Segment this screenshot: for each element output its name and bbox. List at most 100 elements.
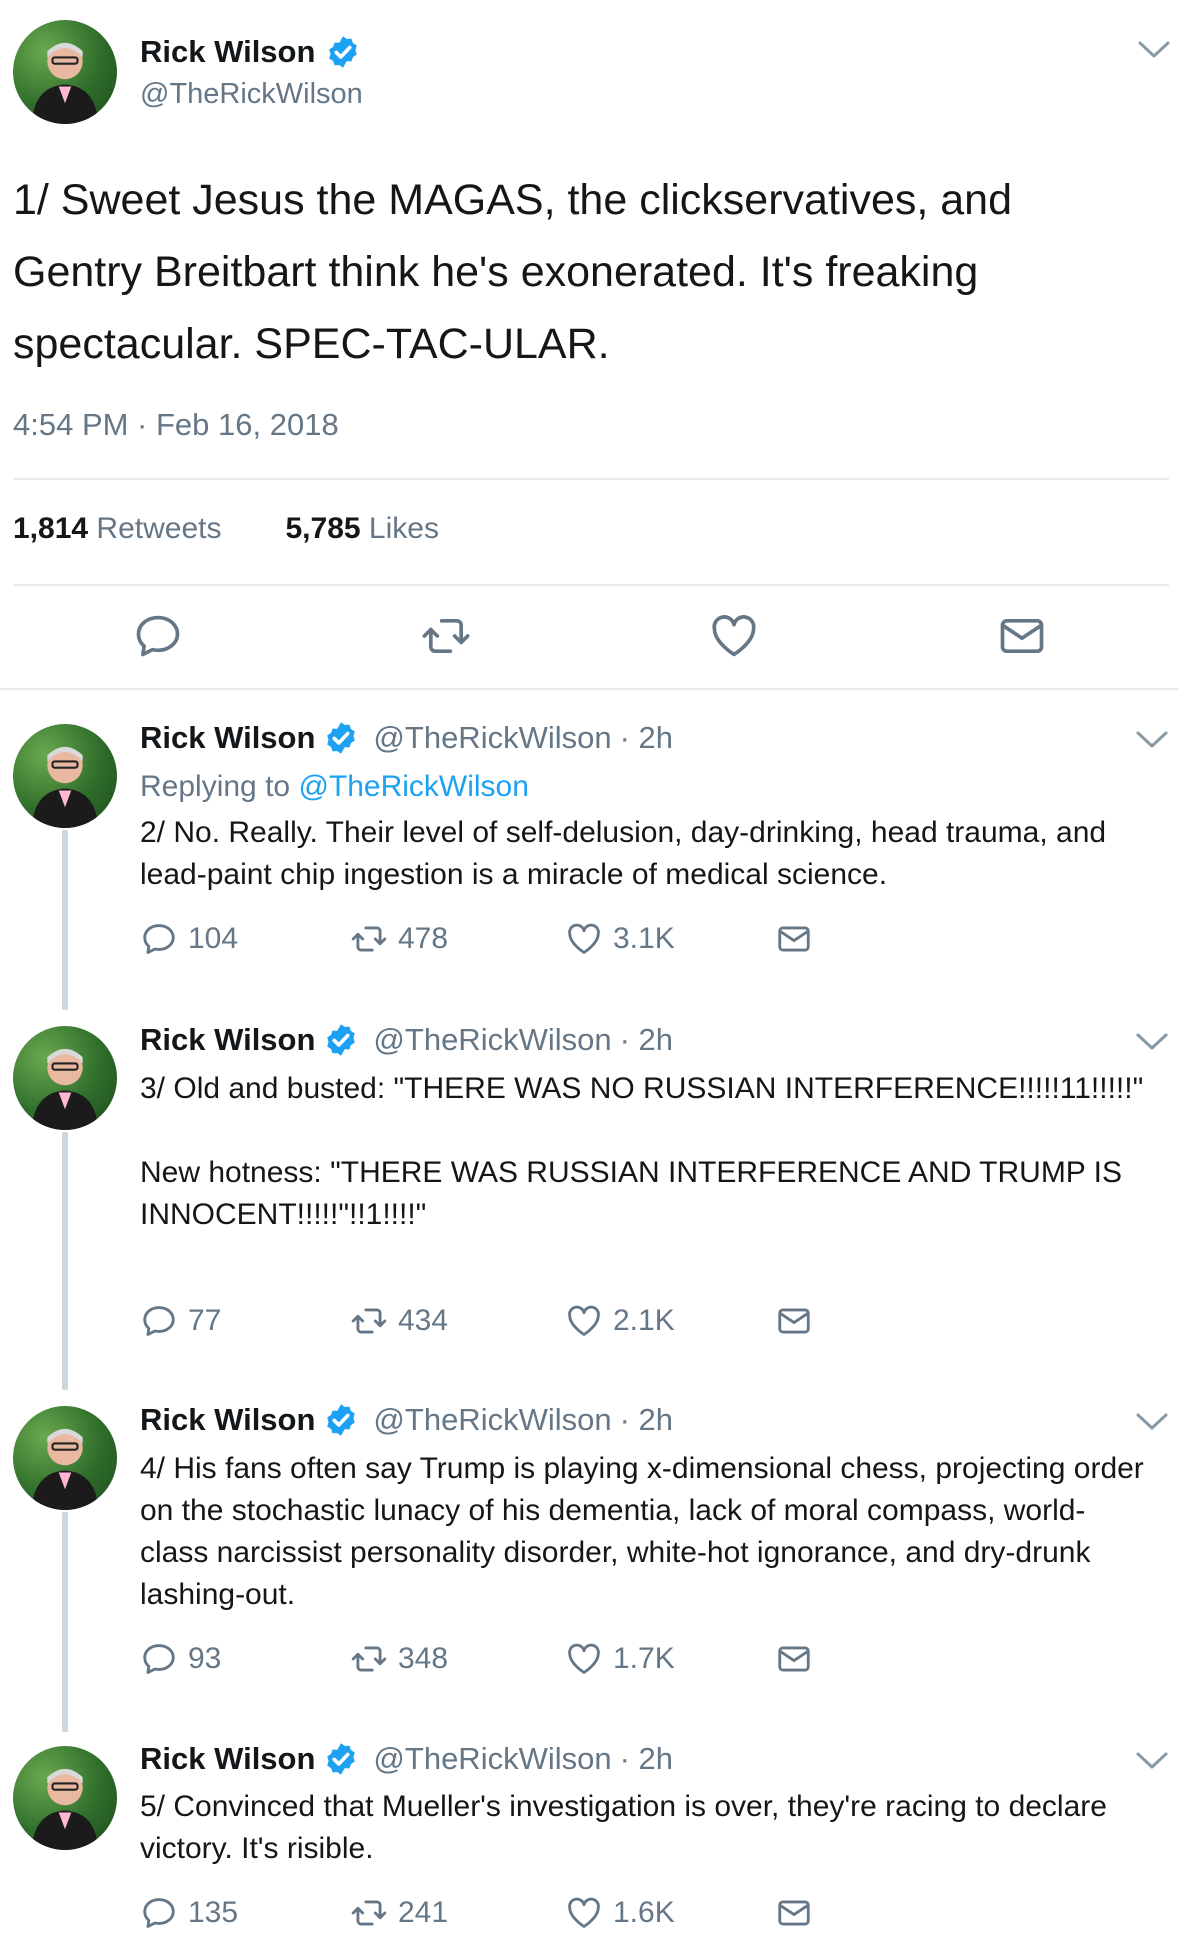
retweet-count: 241 xyxy=(398,1896,449,1929)
tweet-time[interactable]: · 2h xyxy=(620,1741,673,1777)
share-button[interactable] xyxy=(775,920,813,958)
chevron-down-icon[interactable] xyxy=(1137,40,1171,60)
like-button[interactable]: 2.1K xyxy=(565,1302,675,1340)
author-handle[interactable]: @TheRickWilson xyxy=(373,1022,611,1058)
share-icon xyxy=(775,1894,813,1932)
author-avatar[interactable] xyxy=(13,724,117,828)
like-icon xyxy=(565,1640,603,1678)
reply-icon xyxy=(140,1640,178,1678)
retweet-count: 348 xyxy=(398,1642,449,1675)
reply-button[interactable]: 135 xyxy=(140,1894,238,1932)
reply-button[interactable]: 93 xyxy=(140,1640,221,1678)
tweet-time[interactable]: · 2h xyxy=(620,1022,673,1058)
chevron-down-icon[interactable] xyxy=(1135,1412,1169,1432)
thread-line xyxy=(62,1512,68,1732)
tweet-time[interactable]: · 2h xyxy=(620,720,673,756)
share-icon xyxy=(775,920,813,958)
author-handle[interactable]: @TheRickWilson xyxy=(373,720,611,756)
replying-to: Replying to @TheRickWilson xyxy=(140,770,529,803)
verified-badge-icon xyxy=(323,1402,359,1438)
verified-badge-icon xyxy=(323,720,359,756)
retweet-icon xyxy=(350,920,388,958)
share-icon xyxy=(775,1302,813,1340)
retweet-icon[interactable] xyxy=(420,610,472,662)
tweet-header: Rick Wilson @TheRickWilson · 2h xyxy=(140,1741,673,1777)
verified-badge-icon xyxy=(323,1741,359,1777)
retweet-button[interactable]: 348 xyxy=(350,1640,448,1678)
tweet-header: Rick Wilson @TheRickWilson · 2h xyxy=(140,1022,673,1058)
like-count: 3.1K xyxy=(613,922,675,955)
replying-to-link[interactable]: @TheRickWilson xyxy=(298,770,529,803)
tweet-actions: 104 478 3.1K xyxy=(140,920,840,960)
tweet-time[interactable]: · 2h xyxy=(620,1402,673,1438)
chevron-down-icon[interactable] xyxy=(1135,730,1169,750)
like-icon xyxy=(565,920,603,958)
reply-icon xyxy=(140,920,178,958)
reply-button[interactable]: 77 xyxy=(140,1302,221,1340)
likes-stat[interactable]: 5,785 Likes xyxy=(285,512,438,546)
like-icon[interactable] xyxy=(708,610,760,662)
author-name[interactable]: Rick Wilson xyxy=(140,1402,315,1438)
share-button[interactable] xyxy=(775,1894,813,1932)
reply-icon xyxy=(140,1894,178,1932)
author-avatar[interactable] xyxy=(13,1406,117,1510)
retweet-count: 434 xyxy=(398,1304,449,1337)
share-icon[interactable] xyxy=(996,610,1048,662)
author-avatar[interactable] xyxy=(13,20,117,124)
reply-count: 77 xyxy=(188,1304,222,1337)
like-icon xyxy=(565,1302,603,1340)
divider xyxy=(0,688,1179,690)
tweet-text: 2/ No. Really. Their level of self-delus… xyxy=(140,816,1115,891)
author-handle[interactable]: @TheRickWilson xyxy=(373,1741,611,1777)
author-name[interactable]: Rick Wilson xyxy=(140,1741,315,1777)
divider xyxy=(13,584,1169,586)
reply-count: 104 xyxy=(188,922,239,955)
author-name[interactable]: Rick Wilson xyxy=(140,34,315,70)
verified-badge-icon xyxy=(323,1022,359,1058)
retweet-button[interactable]: 241 xyxy=(350,1894,448,1932)
thread-line xyxy=(62,1132,68,1390)
like-button[interactable]: 1.7K xyxy=(565,1640,675,1678)
author-avatar[interactable] xyxy=(13,1026,117,1130)
tweet-actions: 77 434 2.1K xyxy=(140,1302,840,1342)
reply-count: 93 xyxy=(188,1642,222,1675)
reply-icon xyxy=(140,1302,178,1340)
retweets-stat[interactable]: 1,814 Retweets xyxy=(13,512,221,546)
tweet-timestamp[interactable]: 4:54 PM · Feb 16, 2018 xyxy=(13,407,339,443)
retweet-button[interactable]: 434 xyxy=(350,1302,448,1340)
author-name[interactable]: Rick Wilson xyxy=(140,1022,315,1058)
author-name-row[interactable]: Rick Wilson xyxy=(140,34,361,70)
tweet-actions: 135 241 1.6K xyxy=(140,1894,840,1934)
like-button[interactable]: 3.1K xyxy=(565,920,675,958)
like-button[interactable]: 1.6K xyxy=(565,1894,675,1932)
tweet-text: 5/ Convinced that Mueller's investigatio… xyxy=(140,1790,1116,1865)
share-button[interactable] xyxy=(775,1302,813,1340)
like-count: 1.6K xyxy=(613,1896,675,1929)
chevron-down-icon[interactable] xyxy=(1135,1751,1169,1771)
like-icon xyxy=(565,1894,603,1932)
tweet-stats: 1,814 Retweets 5,785 Likes xyxy=(13,512,439,546)
reply-button[interactable]: 104 xyxy=(140,920,238,958)
retweet-button[interactable]: 478 xyxy=(350,920,448,958)
author-handle[interactable]: @TheRickWilson xyxy=(140,78,363,111)
verified-badge-icon xyxy=(325,34,361,70)
reply-icon[interactable] xyxy=(132,610,184,662)
like-count: 1.7K xyxy=(613,1642,675,1675)
tweet-text: 4/ His fans often say Trump is playing x… xyxy=(140,1452,1153,1611)
like-count: 2.1K xyxy=(613,1304,675,1337)
tweet-header: Rick Wilson @TheRickWilson · 2h xyxy=(140,720,673,756)
retweet-icon xyxy=(350,1302,388,1340)
divider xyxy=(13,478,1169,480)
thread-line xyxy=(62,830,68,1010)
tweet-actions: 93 348 1.7K xyxy=(140,1640,840,1680)
tweet-text: 3/ Old and busted: "THERE WAS NO RUSSIAN… xyxy=(140,1072,1144,1231)
author-handle[interactable]: @TheRickWilson xyxy=(373,1402,611,1438)
author-name[interactable]: Rick Wilson xyxy=(140,720,315,756)
share-button[interactable] xyxy=(775,1640,813,1678)
author-avatar[interactable] xyxy=(13,1746,117,1850)
tweet-text: 1/ Sweet Jesus the MAGAS, the clickserva… xyxy=(13,176,1012,368)
tweet-header: Rick Wilson @TheRickWilson · 2h xyxy=(140,1402,673,1438)
reply-count: 135 xyxy=(188,1896,239,1929)
chevron-down-icon[interactable] xyxy=(1135,1032,1169,1052)
retweet-count: 478 xyxy=(398,922,449,955)
